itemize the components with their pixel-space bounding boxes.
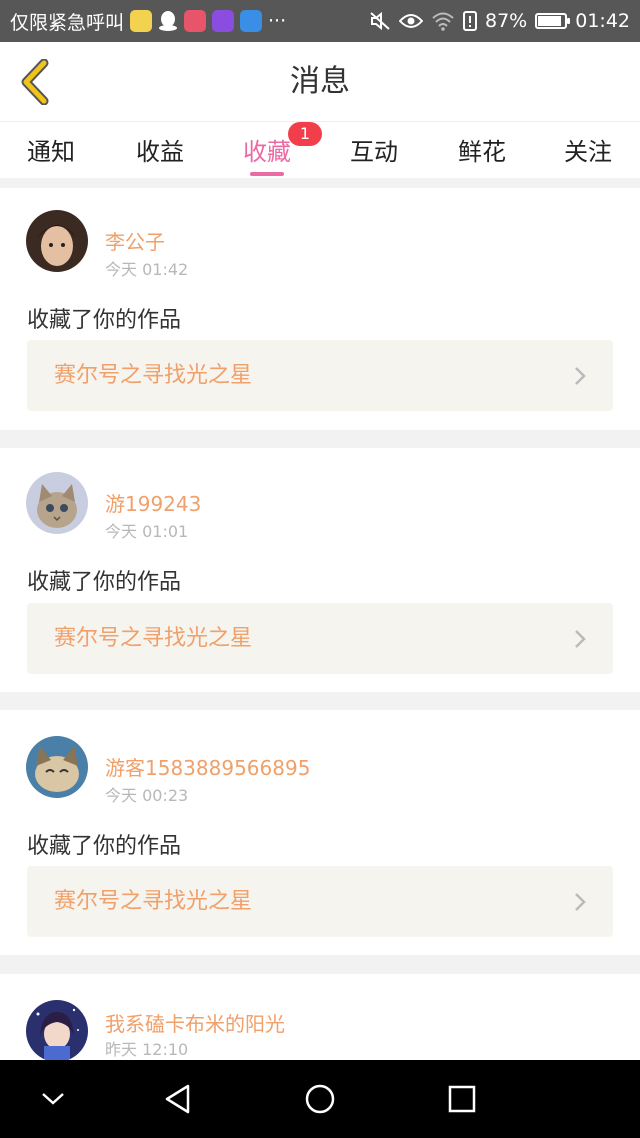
eye-icon <box>399 13 423 29</box>
message-time: 今天 01:01 <box>105 522 189 541</box>
tab-earnings[interactable]: 收益 <box>133 132 187 178</box>
app-notification-icon <box>130 10 153 32</box>
app-notification-icon <box>240 10 263 32</box>
avatar[interactable] <box>26 210 88 272</box>
wifi-icon <box>431 11 455 31</box>
message-card: 李公子 今天 01:42 收藏了你的作品 赛尔号之寻找光之星 <box>0 188 640 430</box>
message-card: 我系磕卡布米的阳光 昨天 12:10 <box>0 974 640 1060</box>
work-title: 赛尔号之寻找光之星 <box>54 363 253 388</box>
message-time: 今天 00:23 <box>105 786 189 805</box>
avatar[interactable] <box>26 472 88 534</box>
message-action: 收藏了你的作品 <box>27 308 182 333</box>
status-right: 87% 01:42 <box>369 10 630 32</box>
tab-label: 收藏 <box>243 138 291 166</box>
collapse-button[interactable] <box>31 1077 75 1121</box>
work-link[interactable]: 赛尔号之寻找光之星 <box>27 603 613 674</box>
carrier-text: 仅限紧急呼叫 <box>10 11 125 34</box>
header: 消息 <box>0 42 640 122</box>
message-time: 昨天 12:10 <box>105 1040 189 1059</box>
tab-label: 关注 <box>564 138 612 166</box>
user-name[interactable]: 我系磕卡布米的阳光 <box>105 1008 285 1037</box>
user-name[interactable]: 游客1583889566895 <box>105 752 310 781</box>
tab-label: 收益 <box>136 138 184 166</box>
chevron-right-icon <box>575 893 586 911</box>
message-time: 今天 01:42 <box>105 260 189 279</box>
system-nav-bar <box>0 1060 640 1138</box>
message-list[interactable]: 李公子 今天 01:42 收藏了你的作品 赛尔号之寻找光之星 游199243 今… <box>0 178 640 1060</box>
battery-percent: 87% <box>485 10 528 32</box>
message-card: 游客1583889566895 今天 00:23 收藏了你的作品 赛尔号之寻找光… <box>0 710 640 955</box>
message-action: 收藏了你的作品 <box>27 834 182 859</box>
nav-recent-button[interactable] <box>440 1077 484 1121</box>
status-left: 仅限紧急呼叫 ··· <box>10 8 369 35</box>
status-time: 01:42 <box>575 10 630 32</box>
user-name[interactable]: 李公子 <box>105 226 165 255</box>
tab-notifications[interactable]: 通知 <box>24 132 78 178</box>
unread-badge: 1 <box>288 122 322 146</box>
tab-flowers[interactable]: 鲜花 <box>455 132 509 178</box>
battery-level <box>538 16 561 26</box>
nav-home-button[interactable] <box>298 1077 342 1121</box>
battery-icon <box>535 13 571 29</box>
nav-back-button[interactable] <box>156 1077 200 1121</box>
circle-home-icon <box>305 1084 335 1114</box>
sim-alert-icon <box>463 11 477 31</box>
work-title: 赛尔号之寻找光之星 <box>54 889 253 914</box>
page-title: 消息 <box>290 64 350 99</box>
avatar[interactable] <box>26 1000 88 1060</box>
work-title: 赛尔号之寻找光之星 <box>54 626 253 651</box>
status-bar: 仅限紧急呼叫 ··· 87% 01:42 <box>0 0 640 42</box>
chevron-right-icon <box>575 367 586 385</box>
more-notifications-icon: ··· <box>268 10 287 32</box>
user-name[interactable]: 游199243 <box>105 488 201 517</box>
tab-follows[interactable]: 关注 <box>561 132 615 178</box>
tab-label: 通知 <box>27 138 75 166</box>
avatar[interactable] <box>26 736 88 798</box>
tab-bar: 通知 收益 收藏 1 互动 鲜花 关注 <box>0 122 640 178</box>
mute-icon <box>369 11 391 31</box>
triangle-back-icon <box>165 1084 190 1114</box>
tab-label: 鲜花 <box>458 138 506 166</box>
app-notification-icon <box>212 10 235 32</box>
message-card: 游199243 今天 01:01 收藏了你的作品 赛尔号之寻找光之星 <box>0 448 640 692</box>
tab-favorites[interactable]: 收藏 1 <box>240 122 322 178</box>
qq-icon <box>158 10 178 32</box>
chevron-right-icon <box>575 630 586 648</box>
tab-interactions[interactable]: 互动 <box>347 132 401 178</box>
work-link[interactable]: 赛尔号之寻找光之星 <box>27 340 613 411</box>
message-action: 收藏了你的作品 <box>27 570 182 595</box>
app-notification-icon <box>184 10 207 32</box>
work-link[interactable]: 赛尔号之寻找光之星 <box>27 866 613 937</box>
tab-label: 互动 <box>350 138 398 166</box>
chevron-down-icon <box>42 1093 64 1105</box>
square-recent-icon <box>448 1085 476 1113</box>
active-tab-indicator <box>250 172 284 176</box>
